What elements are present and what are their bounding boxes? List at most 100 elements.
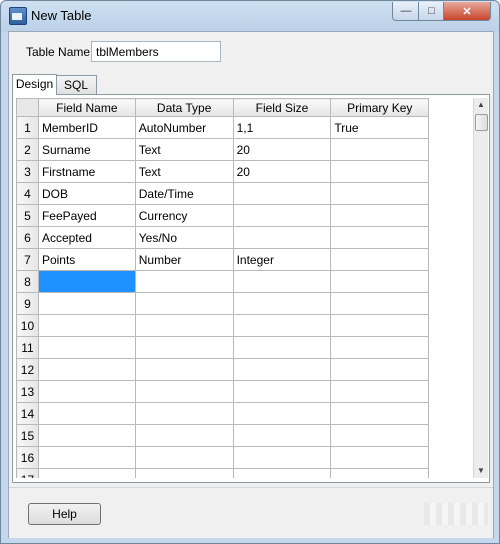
row-number[interactable]: 16 xyxy=(16,446,39,469)
field-name-cell[interactable] xyxy=(37,358,136,381)
field-name-cell[interactable]: DOB xyxy=(37,182,136,205)
primary-key-cell[interactable] xyxy=(330,160,430,183)
tab-sql[interactable]: SQL xyxy=(55,75,97,95)
field-size-cell[interactable] xyxy=(232,336,332,359)
primary-key-cell[interactable] xyxy=(330,182,430,205)
data-type-cell[interactable] xyxy=(134,292,234,315)
primary-key-cell[interactable] xyxy=(330,336,430,359)
field-size-cell[interactable] xyxy=(232,402,332,425)
primary-key-cell[interactable] xyxy=(330,270,430,293)
field-size-cell[interactable] xyxy=(232,424,332,447)
table-name-input[interactable] xyxy=(91,41,221,62)
field-name-cell[interactable] xyxy=(37,446,136,469)
field-name-cell[interactable] xyxy=(37,336,136,359)
data-type-cell[interactable] xyxy=(134,358,234,381)
row-number[interactable]: 11 xyxy=(16,336,39,359)
data-type-cell[interactable]: Date/Time xyxy=(134,182,234,205)
scroll-down-icon[interactable]: ▼ xyxy=(474,464,488,478)
row-number[interactable]: 5 xyxy=(16,204,39,227)
field-name-cell[interactable] xyxy=(37,380,136,403)
primary-key-cell[interactable] xyxy=(330,248,430,271)
data-type-cell[interactable]: AutoNumber xyxy=(134,116,234,139)
field-size-cell[interactable] xyxy=(232,226,332,249)
title-bar[interactable]: New Table — □ ✕ xyxy=(1,1,499,31)
field-name-cell[interactable]: Firstname xyxy=(37,160,136,183)
field-size-cell[interactable] xyxy=(232,314,332,337)
field-size-cell[interactable]: Integer xyxy=(232,248,332,271)
minimize-button[interactable]: — xyxy=(392,2,420,21)
primary-key-cell[interactable] xyxy=(330,468,430,478)
scroll-thumb[interactable] xyxy=(475,114,488,131)
field-name-cell[interactable] xyxy=(37,270,136,293)
field-size-cell[interactable] xyxy=(232,182,332,205)
row-number[interactable]: 10 xyxy=(16,314,39,337)
primary-key-cell[interactable] xyxy=(330,380,430,403)
data-type-cell[interactable]: Number xyxy=(134,248,234,271)
data-type-cell[interactable] xyxy=(134,446,234,469)
field-name-cell[interactable]: Surname xyxy=(37,138,136,161)
primary-key-cell[interactable] xyxy=(330,226,430,249)
field-size-cell[interactable]: 20 xyxy=(232,138,332,161)
field-size-cell[interactable] xyxy=(232,446,332,469)
grid-corner[interactable] xyxy=(16,98,39,117)
column-header-field-size[interactable]: Field Size xyxy=(232,98,332,117)
data-type-cell[interactable]: Currency xyxy=(134,204,234,227)
maximize-button[interactable]: □ xyxy=(418,2,445,21)
field-size-cell[interactable] xyxy=(232,292,332,315)
help-button[interactable]: Help xyxy=(28,503,101,525)
tab-design[interactable]: Design xyxy=(12,74,57,95)
data-type-cell[interactable] xyxy=(134,468,234,478)
row-number[interactable]: 1 xyxy=(16,116,39,139)
close-button[interactable]: ✕ xyxy=(443,2,491,21)
row-number[interactable]: 15 xyxy=(16,424,39,447)
primary-key-cell[interactable] xyxy=(330,402,430,425)
row-number[interactable]: 17 xyxy=(16,468,39,478)
field-name-cell[interactable] xyxy=(37,468,136,478)
data-type-cell[interactable]: Yes/No xyxy=(134,226,234,249)
primary-key-cell[interactable] xyxy=(330,138,430,161)
row-number[interactable]: 14 xyxy=(16,402,39,425)
row-number[interactable]: 4 xyxy=(16,182,39,205)
field-size-cell[interactable] xyxy=(232,380,332,403)
data-type-cell[interactable] xyxy=(134,380,234,403)
data-type-cell[interactable] xyxy=(134,336,234,359)
data-type-cell[interactable] xyxy=(134,424,234,447)
primary-key-cell[interactable] xyxy=(330,204,430,227)
row-number[interactable]: 12 xyxy=(16,358,39,381)
field-size-cell[interactable] xyxy=(232,358,332,381)
field-name-cell[interactable]: FeePayed xyxy=(37,204,136,227)
data-type-cell[interactable]: Text xyxy=(134,160,234,183)
scroll-up-icon[interactable]: ▲ xyxy=(474,98,488,112)
primary-key-cell[interactable] xyxy=(330,446,430,469)
column-header-field-name[interactable]: Field Name xyxy=(37,98,136,117)
field-name-cell[interactable] xyxy=(37,292,136,315)
field-name-cell[interactable]: Accepted xyxy=(37,226,136,249)
field-name-cell[interactable] xyxy=(37,314,136,337)
field-name-cell[interactable]: MemberID xyxy=(37,116,136,139)
row-number[interactable]: 13 xyxy=(16,380,39,403)
field-size-cell[interactable] xyxy=(232,204,332,227)
row-number[interactable]: 8 xyxy=(16,270,39,293)
data-type-cell[interactable] xyxy=(134,402,234,425)
vertical-scrollbar[interactable]: ▲ ▼ xyxy=(473,98,488,478)
primary-key-cell[interactable] xyxy=(330,314,430,337)
primary-key-cell[interactable] xyxy=(330,358,430,381)
field-name-cell[interactable] xyxy=(37,424,136,447)
primary-key-cell[interactable]: True xyxy=(330,116,430,139)
row-number[interactable]: 3 xyxy=(16,160,39,183)
row-number[interactable]: 7 xyxy=(16,248,39,271)
field-size-cell[interactable] xyxy=(232,270,332,293)
primary-key-cell[interactable] xyxy=(330,292,430,315)
row-number[interactable]: 2 xyxy=(16,138,39,161)
field-size-cell[interactable]: 1,1 xyxy=(232,116,332,139)
column-header-data-type[interactable]: Data Type xyxy=(134,98,234,117)
column-header-primary-key[interactable]: Primary Key xyxy=(330,98,430,117)
field-size-cell[interactable] xyxy=(232,468,332,478)
field-name-cell[interactable] xyxy=(37,402,136,425)
data-type-cell[interactable]: Text xyxy=(134,138,234,161)
data-type-cell[interactable] xyxy=(134,314,234,337)
field-size-cell[interactable]: 20 xyxy=(232,160,332,183)
primary-key-cell[interactable] xyxy=(330,424,430,447)
row-number[interactable]: 6 xyxy=(16,226,39,249)
row-number[interactable]: 9 xyxy=(16,292,39,315)
